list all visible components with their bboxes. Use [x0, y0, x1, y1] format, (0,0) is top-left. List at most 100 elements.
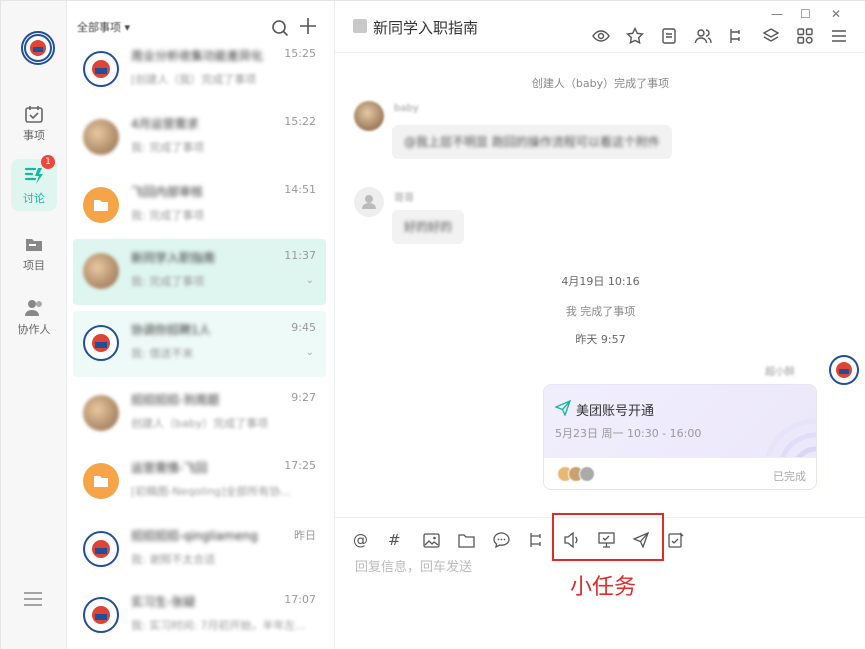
branch-icon[interactable]	[728, 27, 746, 45]
edit-check-icon	[668, 532, 684, 548]
comment-icon	[493, 532, 510, 548]
task-time: 5月23日 周一 10:30 - 16:00	[555, 427, 702, 440]
avatar	[83, 51, 119, 87]
maximize-button[interactable]: ☐	[800, 7, 811, 21]
rail-item-label: 讨论	[23, 191, 45, 205]
system-message: 创建人（baby）完成了事项	[531, 77, 670, 90]
hashtag-button[interactable]: #	[388, 530, 423, 550]
edit-check-button[interactable]	[668, 530, 703, 550]
conversation-title: 飞回内部审核	[131, 185, 204, 199]
left-rail: 事项 讨论 1 项目 协作人	[1, 1, 67, 649]
apps-icon[interactable]	[796, 27, 814, 45]
search-icon	[272, 20, 289, 37]
date-divider: 4月19日 10:16	[561, 275, 640, 288]
chat-lightning-icon	[24, 167, 43, 184]
conversation-time: 9:45	[291, 321, 316, 334]
task-card[interactable]: 美团账号开通 5月23日 周一 10:30 - 16:00 已完成	[543, 384, 817, 490]
message-bubble: 好的好的	[392, 210, 465, 244]
layers-icon[interactable]	[762, 27, 780, 45]
avatar	[83, 463, 119, 499]
avatar	[83, 531, 119, 567]
filter-dropdown[interactable]: 全部事项 ▾	[77, 19, 130, 35]
avatar	[83, 325, 119, 361]
rail-item-discussion[interactable]: 讨论 1	[11, 155, 57, 211]
org-logo[interactable]	[21, 31, 55, 65]
annotation-box	[552, 513, 664, 561]
add-button[interactable]	[299, 17, 317, 38]
members-icon[interactable]	[694, 27, 712, 45]
conversation-title: 新同学入职指南	[131, 251, 216, 265]
minimize-button[interactable]: —	[771, 7, 783, 21]
close-button[interactable]: ✕	[831, 7, 841, 21]
rail-item-label: 项目	[23, 258, 45, 272]
avatar[interactable]	[829, 355, 859, 385]
conversation-title: 协调你招聘1人	[131, 323, 211, 337]
note-icon[interactable]	[660, 27, 678, 45]
conversation-item[interactable]: 飞回内部审核 我: 完成了事项 14:51	[73, 173, 326, 239]
avatar[interactable]	[354, 101, 384, 131]
conversation-item[interactable]: 招招招招-到周题 创建人（baby）完成了事项 9:27	[73, 381, 326, 447]
conversation-title: 4月运营需求	[131, 117, 199, 131]
conversation-preview: 我: 谢照不太合适	[131, 553, 216, 566]
message-text: @我上层不明显 跑回的操作流程可以看这个附件	[404, 135, 660, 149]
rail-menu-button[interactable]	[23, 591, 43, 610]
chat-title: 新同学入职指南	[373, 19, 479, 37]
conversation-title: 运营需情-飞回	[131, 461, 208, 475]
menu-icon	[24, 592, 42, 606]
conversation-time: 9:27	[291, 391, 316, 404]
chevron-down-icon[interactable]: ⌄	[306, 275, 314, 286]
conversation-preview: 创建人（baby）完成了事项	[131, 417, 269, 430]
conversation-time: 昨日	[294, 529, 316, 542]
rail-item-projects[interactable]: 项目	[11, 227, 57, 279]
plus-icon	[300, 18, 316, 34]
menu-icon[interactable]	[830, 27, 848, 45]
avatar	[83, 597, 119, 633]
image-button[interactable]	[423, 530, 458, 550]
rail-item-label: 协作人	[17, 322, 51, 336]
unread-badge: 1	[41, 155, 55, 169]
conversation-item[interactable]: 运营需情-飞回 [初稿图-Neqoling]全部所有协... 17:25	[73, 449, 326, 515]
comment-button[interactable]	[493, 530, 528, 550]
conversation-preview: 我: 完成了事项	[131, 275, 205, 288]
rail-item-tasks[interactable]: 事项	[11, 97, 57, 149]
annotation-label: 小任务	[570, 575, 637, 600]
chat-header: 新同学入职指南 — ☐ ✕	[335, 1, 865, 53]
conversation-time: 14:51	[284, 183, 316, 196]
avatar[interactable]	[354, 187, 384, 217]
conversation-preview: 我: 完成了事项	[131, 209, 205, 222]
chevron-down-icon[interactable]: ⌄	[306, 347, 314, 358]
task-footer: 已完成	[544, 457, 816, 489]
conversation-item[interactable]: 实习生-张疑 我: 实习时间: 7月初开始，半年左... 17:07	[73, 583, 326, 649]
file-button[interactable]	[458, 530, 493, 550]
avatar	[83, 395, 119, 431]
conversation-item[interactable]: 4月运营需求 我: 完成了事项 15:22	[73, 105, 326, 171]
conversation-time: 15:22	[284, 115, 316, 128]
star-icon[interactable]	[625, 26, 645, 45]
mention-button[interactable]: @	[353, 530, 388, 550]
app-window: 事项 讨论 1 项目 协作人 全部事项 ▾ 周业分析收集功能差异化 [创建人（我…	[0, 0, 865, 649]
conversation-preview: 我: 实习时间: 7月初开始，半年左...	[131, 619, 306, 632]
conversation-item[interactable]: 周业分析收集功能差异化 [创建人（我）完成了事项 15:25	[73, 37, 326, 103]
user-icon	[362, 195, 376, 209]
rail-item-label: 事项	[23, 128, 45, 142]
message-text: 好的好的	[404, 220, 453, 234]
send-plane-icon	[555, 400, 571, 416]
sender-name: baby	[394, 103, 419, 114]
date-divider: 昨天 9:57	[575, 333, 626, 346]
folder-icon	[26, 238, 42, 251]
rail-item-collaborators[interactable]: 协作人	[11, 291, 57, 343]
checkbox-icon[interactable]	[353, 19, 367, 33]
conversation-item[interactable]: 协调你招聘1人 我: 借送不来 9:45 ⌄	[73, 311, 326, 377]
sender-name: 哥哥	[394, 193, 414, 204]
conversation-title: 招招招招-qingliameng	[131, 529, 258, 543]
avatar	[83, 187, 119, 223]
conversation-time: 15:25	[284, 47, 316, 60]
conversation-item[interactable]: 招招招招-qingliameng 我: 谢照不太合适 昨日	[73, 517, 326, 583]
conversation-title: 周业分析收集功能差异化	[131, 49, 264, 63]
conversation-preview: 我: 完成了事项	[131, 141, 205, 154]
sender-name: 超小醉	[765, 367, 795, 378]
message-bubble: @我上层不明显 跑回的操作流程可以看这个附件	[392, 125, 672, 159]
conversation-preview: [初稿图-Neqoling]全部所有协...	[131, 485, 291, 498]
eye-icon[interactable]	[592, 27, 610, 45]
conversation-item-selected[interactable]: 新同学入职指南 我: 完成了事项 11:37 ⌄	[73, 239, 326, 305]
